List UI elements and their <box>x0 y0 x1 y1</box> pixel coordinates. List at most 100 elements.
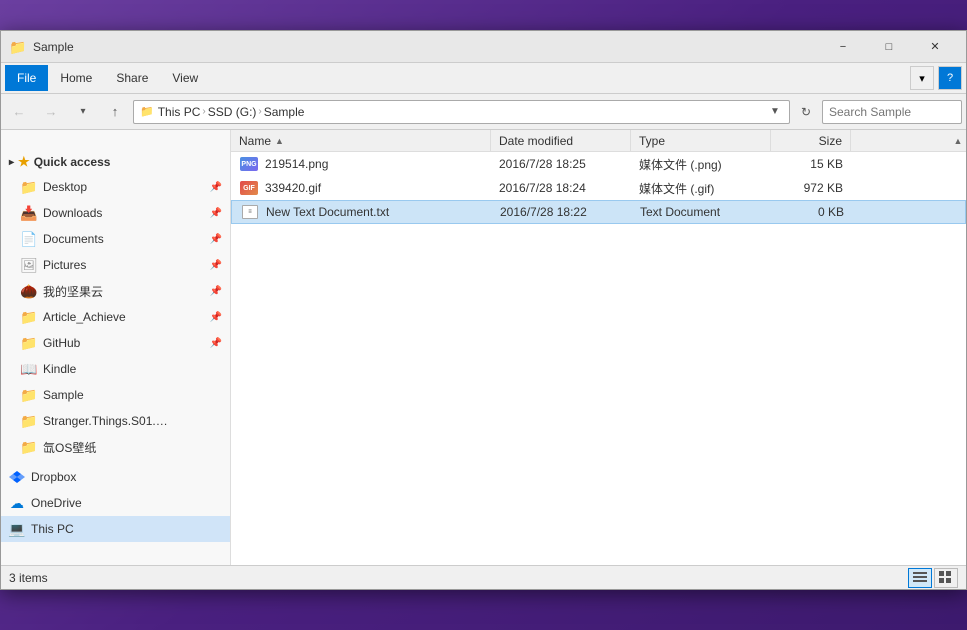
recent-locations-button[interactable]: ▾ <box>69 100 97 124</box>
file-name-cell: ≡ New Text Document.txt <box>232 201 492 223</box>
sidebar-item-label: Stranger.Things.S01.720p.N <box>43 414 173 428</box>
file-type: 媒体文件 (.gif) <box>639 180 714 197</box>
sidebar-item-thispc[interactable]: 💻 This PC <box>1 516 230 542</box>
sidebar-item-label: Dropbox <box>31 470 76 484</box>
file-type: 媒体文件 (.png) <box>639 156 722 173</box>
sidebar-item-sample[interactable]: 📁 Sample <box>1 382 230 408</box>
col-name-label: Name <box>239 134 271 148</box>
title-bar: 📁 Sample − □ ✕ <box>1 31 966 63</box>
pictures-folder-icon: 🖼 <box>21 257 37 273</box>
col-header-size[interactable]: Size <box>771 130 851 151</box>
sidebar-item-label: OneDrive <box>31 496 82 510</box>
file-date: 2016/7/28 18:25 <box>499 157 586 171</box>
address-folder-icon: 📁 <box>140 105 154 118</box>
window-title: Sample <box>33 40 820 54</box>
file-size: 0 KB <box>818 205 844 219</box>
file-date-cell: 2016/7/28 18:25 <box>491 154 631 174</box>
sidebar-item-label: Article_Achieve <box>43 310 126 324</box>
star-icon: ★ <box>18 154 30 170</box>
address-dropdown-button[interactable]: ▼ <box>767 104 783 120</box>
tab-file[interactable]: File <box>5 65 48 91</box>
main-content: ▸ ★ Quick access 📁 Desktop 📌 📥 Downloads… <box>1 130 966 565</box>
view-toggle <box>908 568 958 588</box>
file-name-cell: PNG 219514.png <box>231 153 491 175</box>
documents-folder-icon: 📄 <box>21 231 37 247</box>
address-parts: This PC › SSD (G:) › Sample <box>158 105 763 119</box>
close-button[interactable]: ✕ <box>912 31 958 63</box>
view-large-button[interactable] <box>934 568 958 588</box>
kindle-icon: 📖 <box>21 361 37 377</box>
address-part-thispc[interactable]: This PC <box>158 105 201 119</box>
table-row[interactable]: GIF 339420.gif 2016/7/28 18:24 媒体文件 (.gi… <box>231 176 966 200</box>
article-folder-icon: 📁 <box>21 309 37 325</box>
tab-share[interactable]: Share <box>104 65 160 91</box>
ribbon-expand-button[interactable]: ▾ <box>910 66 934 90</box>
sidebar-item-label: Downloads <box>43 206 102 220</box>
up-button[interactable]: ↑ <box>101 100 129 124</box>
back-button[interactable]: ← <box>5 100 33 124</box>
file-size-cell: 15 KB <box>771 154 851 174</box>
file-name: 339420.gif <box>265 181 321 195</box>
address-part-sample[interactable]: Sample <box>264 105 305 119</box>
col-header-type[interactable]: Type <box>631 130 771 151</box>
search-box[interactable]: 🔍 <box>822 100 962 124</box>
pin-icon: 📌 <box>210 208 222 219</box>
scroll-up-icon[interactable]: ▲ <box>950 130 966 151</box>
sidebar-item-label: This PC <box>31 522 74 536</box>
file-area: Name ▲ Date modified Type Size ▲ <box>231 130 966 565</box>
item-count: 3 items <box>9 571 48 585</box>
sidebar-item-nutstore[interactable]: 🌰 我的坚果云 📌 <box>1 278 230 304</box>
sidebar-item-pictures[interactable]: 🖼 Pictures 📌 <box>1 252 230 278</box>
sidebar-item-article[interactable]: 📁 Article_Achieve 📌 <box>1 304 230 330</box>
gif-file-icon: GIF <box>239 180 259 196</box>
refresh-button[interactable]: ↻ <box>794 100 818 124</box>
file-type-cell: Text Document <box>632 202 772 222</box>
sidebar-item-label: Kindle <box>43 362 76 376</box>
sidebar-item-stranger[interactable]: 📁 Stranger.Things.S01.720p.N <box>1 408 230 434</box>
onedrive-icon: ☁ <box>9 495 25 511</box>
quick-access-header[interactable]: ▸ ★ Quick access <box>1 150 230 174</box>
col-header-date[interactable]: Date modified <box>491 130 631 151</box>
file-date-cell: 2016/7/28 18:22 <box>492 202 632 222</box>
file-type-cell: 媒体文件 (.png) <box>631 153 771 176</box>
ribbon: File Home Share View ▾ ? <box>1 63 966 94</box>
address-part-ssd[interactable]: SSD (G:) <box>208 105 257 119</box>
png-file-icon: PNG <box>239 156 259 172</box>
sidebar-item-github[interactable]: 📁 GitHub 📌 <box>1 330 230 356</box>
file-date: 2016/7/28 18:22 <box>500 205 587 219</box>
forward-button[interactable]: → <box>37 100 65 124</box>
maximize-button[interactable]: □ <box>866 31 912 63</box>
ribbon-tabs: File Home Share View ▾ ? <box>1 63 966 93</box>
sidebar-item-label: 我的坚果云 <box>43 283 103 300</box>
toolbar: ← → ▾ ↑ 📁 This PC › SSD (G:) › Sample ▼ … <box>1 94 966 130</box>
pin-icon: 📌 <box>210 182 222 193</box>
col-type-label: Type <box>639 134 665 148</box>
downloads-folder-icon: 📥 <box>21 205 37 221</box>
search-input[interactable] <box>829 105 967 119</box>
window-controls: − □ ✕ <box>820 31 958 63</box>
file-name: 219514.png <box>265 157 328 171</box>
sidebar-item-xenos[interactable]: 📁 氙OS壁纸 <box>1 434 230 460</box>
sidebar-item-downloads[interactable]: 📥 Downloads 📌 <box>1 200 230 226</box>
table-row[interactable]: ≡ New Text Document.txt 2016/7/28 18:22 … <box>231 200 966 224</box>
sidebar-item-label: Desktop <box>43 180 87 194</box>
status-bar: 3 items <box>1 565 966 589</box>
nutstore-icon: 🌰 <box>21 283 37 299</box>
file-name: New Text Document.txt <box>266 205 389 219</box>
address-bar[interactable]: 📁 This PC › SSD (G:) › Sample ▼ <box>133 100 790 124</box>
tab-home[interactable]: Home <box>48 65 104 91</box>
sidebar-item-onedrive[interactable]: ☁ OneDrive <box>1 490 230 516</box>
sort-arrow-icon: ▲ <box>275 136 284 146</box>
sidebar-item-desktop[interactable]: 📁 Desktop 📌 <box>1 174 230 200</box>
file-type: Text Document <box>640 205 720 219</box>
tab-view[interactable]: View <box>160 65 210 91</box>
minimize-button[interactable]: − <box>820 31 866 63</box>
view-details-button[interactable] <box>908 568 932 588</box>
sidebar-item-dropbox[interactable]: Dropbox <box>1 464 230 490</box>
col-header-name[interactable]: Name ▲ <box>231 130 491 151</box>
table-row[interactable]: PNG 219514.png 2016/7/28 18:25 媒体文件 (.pn… <box>231 152 966 176</box>
help-button[interactable]: ? <box>938 66 962 90</box>
computer-icon: 💻 <box>9 521 25 537</box>
sidebar-item-documents[interactable]: 📄 Documents 📌 <box>1 226 230 252</box>
sidebar-item-kindle[interactable]: 📖 Kindle <box>1 356 230 382</box>
